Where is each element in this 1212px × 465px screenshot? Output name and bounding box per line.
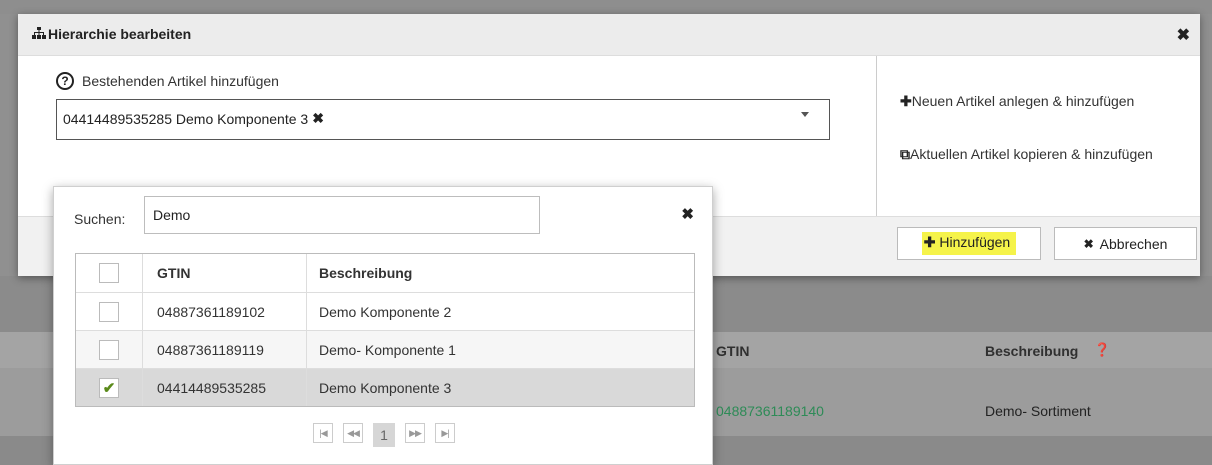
search-label: Suchen: bbox=[74, 211, 126, 227]
select-all-checkbox[interactable] bbox=[99, 263, 119, 283]
table-row[interactable]: 04887361189102 Demo Komponente 2 bbox=[76, 292, 694, 330]
row-gtin: 04414489535285 bbox=[143, 369, 307, 406]
current-page[interactable]: 1 bbox=[373, 423, 395, 447]
sitemap-icon bbox=[32, 26, 46, 42]
dialog-header: Hierarchie bearbeiten ✖ bbox=[18, 14, 1200, 56]
background-toolbar bbox=[0, 0, 1212, 14]
background-left bbox=[0, 14, 18, 276]
help-icon: ❓ bbox=[1094, 342, 1111, 357]
pagination: |◀ ◀◀ 1 ▶▶ ▶| bbox=[54, 423, 714, 451]
article-select[interactable]: 04414489535285 Demo Komponente 3 ✖ bbox=[56, 99, 830, 140]
table-header: GTIN Beschreibung bbox=[76, 254, 694, 292]
row-checkbox[interactable]: ✔ bbox=[99, 377, 119, 398]
close-icon[interactable]: ✖ bbox=[681, 205, 694, 223]
plus-icon: ✚ bbox=[923, 234, 936, 250]
new-article-label: Neuen Artikel anlegen & hinzufügen bbox=[911, 93, 1135, 109]
copy-article-link[interactable]: ⧉Aktuellen Artikel kopieren & hinzufügen bbox=[900, 147, 1170, 162]
checkmark-icon: ✔ bbox=[102, 379, 116, 397]
dialog-title-text: Hierarchie bearbeiten bbox=[48, 26, 192, 42]
add-button[interactable]: ✚ Hinzufügen bbox=[897, 227, 1041, 260]
table-row[interactable]: 04887361189119 Demo- Komponente 1 bbox=[76, 330, 694, 368]
add-button-label: Hinzufügen bbox=[939, 234, 1011, 250]
cancel-button-label: Abbrechen bbox=[1099, 235, 1168, 252]
field-label: ? Bestehenden Artikel hinzufügen bbox=[56, 72, 279, 90]
copy-article-label: Aktuellen Artikel kopieren & hinzufügen bbox=[910, 146, 1153, 162]
row-checkbox[interactable] bbox=[99, 339, 119, 360]
chevron-down-icon[interactable] bbox=[801, 112, 809, 117]
search-popup: Suchen: ✖ GTIN Beschreibung 048873611891… bbox=[53, 186, 713, 465]
row-description: Demo Komponente 2 bbox=[319, 303, 452, 320]
divider bbox=[876, 56, 877, 216]
row-description: Demo- Komponente 1 bbox=[319, 341, 456, 358]
dialog-title: Hierarchie bearbeiten bbox=[32, 26, 191, 42]
select-all-cell bbox=[76, 254, 143, 292]
remove-tag-icon[interactable]: ✖ bbox=[312, 110, 324, 127]
row-description: Demo Komponente 3 bbox=[319, 379, 452, 396]
last-page-icon[interactable]: ▶| bbox=[435, 423, 455, 443]
search-input[interactable] bbox=[144, 196, 540, 234]
column-header-description[interactable]: Beschreibung bbox=[307, 254, 694, 292]
background-row-description: Demo- Sortiment bbox=[985, 403, 1091, 419]
column-header-gtin[interactable]: GTIN bbox=[143, 254, 307, 292]
background-right bbox=[1200, 14, 1212, 276]
cancel-button[interactable]: ✖ Abbrechen bbox=[1054, 227, 1197, 260]
plus-icon: ✚ bbox=[900, 93, 912, 109]
row-check-cell bbox=[76, 293, 143, 330]
first-page-icon[interactable]: |◀ bbox=[313, 423, 333, 443]
next-page-icon[interactable]: ▶▶ bbox=[405, 423, 425, 443]
row-gtin: 04887361189119 bbox=[143, 331, 307, 368]
selected-tag: 04414489535285 Demo Komponente 3 ✖ bbox=[63, 110, 324, 127]
row-checkbox[interactable] bbox=[99, 301, 119, 322]
close-icon: ✖ bbox=[1083, 236, 1094, 251]
question-icon[interactable]: ? bbox=[56, 72, 74, 90]
copy-icon: ⧉ bbox=[900, 146, 910, 162]
previous-page-icon[interactable]: ◀◀ bbox=[343, 423, 363, 443]
selected-tag-text: 04414489535285 Demo Komponente 3 bbox=[63, 110, 309, 127]
row-check-cell bbox=[76, 331, 143, 368]
background-row-gtin[interactable]: 04887361189140 bbox=[716, 403, 824, 419]
background-col-gtin: GTIN bbox=[716, 343, 750, 359]
close-icon[interactable]: ✖ bbox=[1177, 25, 1190, 45]
table-row[interactable]: ✔ 04414489535285 Demo Komponente 3 bbox=[76, 368, 694, 406]
results-table: GTIN Beschreibung 04887361189102 Demo Ko… bbox=[75, 253, 695, 407]
new-article-link[interactable]: ✚Neuen Artikel anlegen & hinzufügen bbox=[900, 94, 1170, 109]
row-gtin: 04887361189102 bbox=[143, 293, 307, 330]
background-col-description: Beschreibung bbox=[985, 343, 1079, 359]
field-label-text: Bestehenden Artikel hinzufügen bbox=[82, 73, 279, 89]
row-check-cell: ✔ bbox=[76, 369, 143, 406]
